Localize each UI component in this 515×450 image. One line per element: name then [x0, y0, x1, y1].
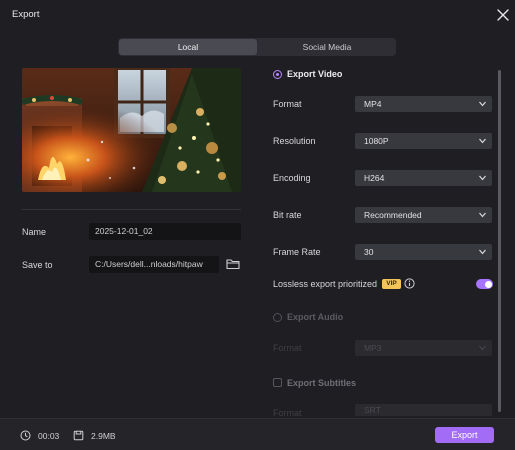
- format-label: Format: [273, 99, 302, 109]
- chevron-down-icon: [479, 212, 486, 218]
- chevron-down-icon: [479, 101, 486, 107]
- subtitle-format-value: SRT: [364, 405, 381, 415]
- subtitle-format-select[interactable]: SRT: [355, 404, 492, 416]
- save-path-field[interactable]: C:/Users/dell...nloads/hitpaw: [89, 256, 219, 273]
- tab-social-media[interactable]: Social Media: [259, 39, 395, 55]
- folder-icon[interactable]: [226, 257, 240, 270]
- format-select[interactable]: MP4: [355, 96, 492, 112]
- vip-badge: VIP: [382, 279, 401, 289]
- duration-text: 00:03: [38, 431, 60, 441]
- encoding-select[interactable]: H264: [355, 170, 492, 186]
- export-subtitles-checkbox[interactable]: [273, 378, 282, 387]
- clock-icon: [20, 430, 31, 441]
- chevron-down-icon: [479, 138, 486, 144]
- name-label: Name: [22, 227, 47, 237]
- chevron-down-icon: [479, 345, 486, 351]
- export-destination-tabs: Local Social Media: [118, 38, 396, 56]
- export-video-title: Export Video: [287, 69, 343, 79]
- resolution-select[interactable]: 1080P: [355, 133, 492, 149]
- encoding-value: H264: [364, 173, 385, 183]
- export-audio-title: Export Audio: [287, 312, 344, 322]
- close-icon[interactable]: [496, 8, 510, 22]
- window-title: Export: [12, 9, 40, 20]
- export-button[interactable]: Export: [435, 427, 494, 443]
- bit-rate-select[interactable]: Recommended: [355, 207, 492, 223]
- bit-rate-value: Recommended: [364, 210, 422, 220]
- file-size-text: 2.9MB: [91, 431, 116, 441]
- encoding-label: Encoding: [273, 173, 311, 183]
- frame-rate-select[interactable]: 30: [355, 244, 492, 260]
- file-size-icon: [73, 430, 84, 441]
- subtitle-format-label: Format: [273, 408, 302, 418]
- lossless-label: Lossless export prioritized: [273, 279, 378, 289]
- audio-format-select[interactable]: MP3: [355, 340, 492, 356]
- audio-format-label: Format: [273, 343, 302, 353]
- chevron-down-icon: [479, 175, 486, 181]
- export-subtitles-title: Export Subtitles: [287, 378, 357, 388]
- bit-rate-label: Bit rate: [273, 210, 302, 220]
- video-preview-thumbnail: [22, 68, 241, 192]
- frame-rate-label: Frame Rate: [273, 247, 321, 257]
- title-bar: Export: [0, 0, 515, 30]
- tab-local[interactable]: Local: [119, 39, 257, 55]
- info-icon[interactable]: [404, 278, 415, 289]
- export-audio-radio[interactable]: [273, 313, 282, 322]
- resolution-value: 1080P: [364, 136, 389, 146]
- file-name-input[interactable]: 2025-12-01_02: [89, 223, 241, 240]
- scrollbar[interactable]: [498, 70, 501, 412]
- lossless-toggle[interactable]: [476, 279, 493, 289]
- chevron-down-icon: [479, 249, 486, 255]
- export-video-radio[interactable]: [273, 70, 282, 79]
- audio-format-value: MP3: [364, 343, 382, 353]
- save-to-label: Save to: [22, 260, 53, 270]
- format-value: MP4: [364, 99, 382, 109]
- left-panel-divider: [22, 209, 241, 210]
- frame-rate-value: 30: [364, 247, 374, 257]
- resolution-label: Resolution: [273, 136, 316, 146]
